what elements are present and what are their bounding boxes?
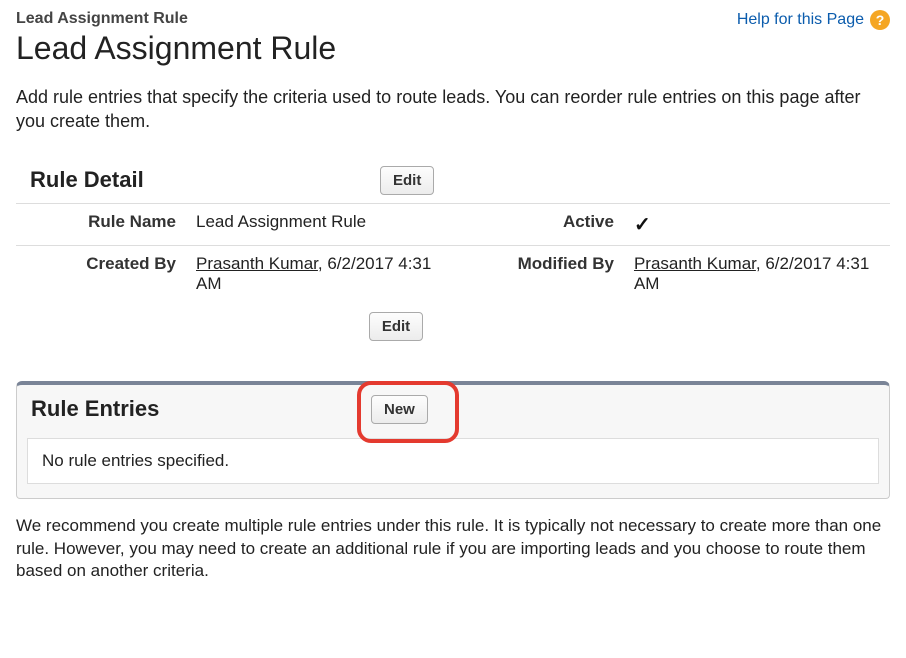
rule-detail-section: Rule Detail Edit Rule Name Lead Assignme… xyxy=(16,162,890,347)
intro-text: Add rule entries that specify the criter… xyxy=(16,85,890,134)
edit-button-bottom[interactable]: Edit xyxy=(369,312,423,341)
help-link-label: Help for this Page xyxy=(737,11,864,29)
breadcrumb: Lead Assignment Rule xyxy=(16,10,336,28)
checkmark-icon: ✓ xyxy=(634,214,651,236)
footer-recommendation: We recommend you create multiple rule en… xyxy=(16,515,890,584)
rule-entries-title: Rule Entries xyxy=(27,396,371,422)
rule-entries-empty-text: No rule entries specified. xyxy=(27,438,879,484)
modified-by-label: Modified By xyxy=(454,245,624,302)
rule-name-label: Rule Name xyxy=(16,203,186,245)
rule-entries-section: Rule Entries New No rule entries specifi… xyxy=(16,381,890,499)
created-by-user-link[interactable]: Prasanth Kumar xyxy=(196,254,318,273)
rule-detail-title: Rule Detail xyxy=(30,167,380,193)
page-title: Lead Assignment Rule xyxy=(16,30,336,67)
rule-name-value: Lead Assignment Rule xyxy=(186,203,454,245)
active-label: Active xyxy=(454,203,624,245)
modified-by-user-link[interactable]: Prasanth Kumar xyxy=(634,254,756,273)
new-button[interactable]: New xyxy=(371,395,428,424)
created-by-label: Created By xyxy=(16,245,186,302)
help-for-page-link[interactable]: Help for this Page ? xyxy=(737,10,890,30)
edit-button-top[interactable]: Edit xyxy=(380,166,434,195)
help-icon: ? xyxy=(870,10,890,30)
